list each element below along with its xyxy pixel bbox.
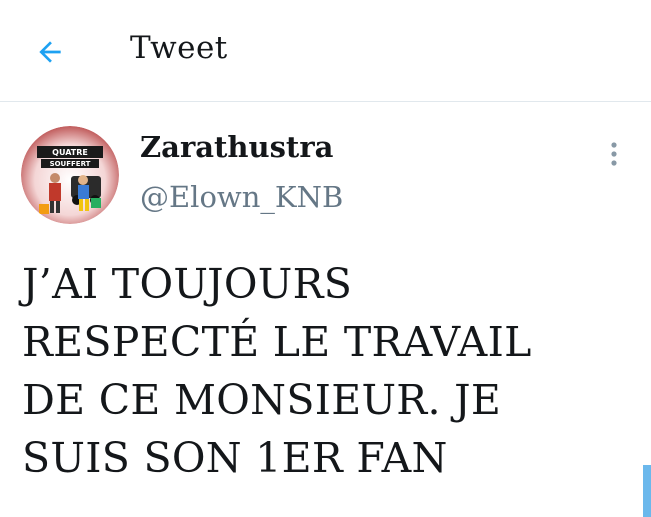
page-title: Tweet (130, 30, 228, 66)
more-vertical-icon (611, 142, 617, 166)
tweet-text-line: J’AI TOUJOURS (22, 260, 353, 308)
avatar-image: QUATRE SOUFFERT (21, 126, 119, 224)
svg-text:QUATRE: QUATRE (52, 148, 88, 157)
back-button[interactable] (22, 24, 78, 80)
avatar[interactable]: QUATRE SOUFFERT (21, 126, 119, 224)
back-arrow-icon (39, 41, 61, 63)
author-handle[interactable]: @Elown_KNB (140, 180, 343, 214)
svg-text:SOUFFERT: SOUFFERT (50, 160, 91, 168)
tweet-detail-screen: Tweet QUATRE SOUFFERT Zarathustra @Elown… (0, 0, 651, 517)
scrollbar[interactable] (643, 465, 651, 517)
tweet-text-line: RESPECTÉ LE TRAVAIL (22, 318, 532, 366)
author-name[interactable]: Zarathustra (140, 130, 333, 164)
tweet-text: J’AI TOUJOURS RESPECTÉ LE TRAVAIL DE CE … (22, 255, 632, 487)
more-options-button[interactable] (598, 138, 630, 170)
tweet-text-line: DE CE MONSIEUR. JE (22, 376, 502, 424)
top-app-bar: Tweet (0, 0, 651, 102)
tweet-text-line: SUIS SON 1ER FAN (22, 434, 448, 482)
